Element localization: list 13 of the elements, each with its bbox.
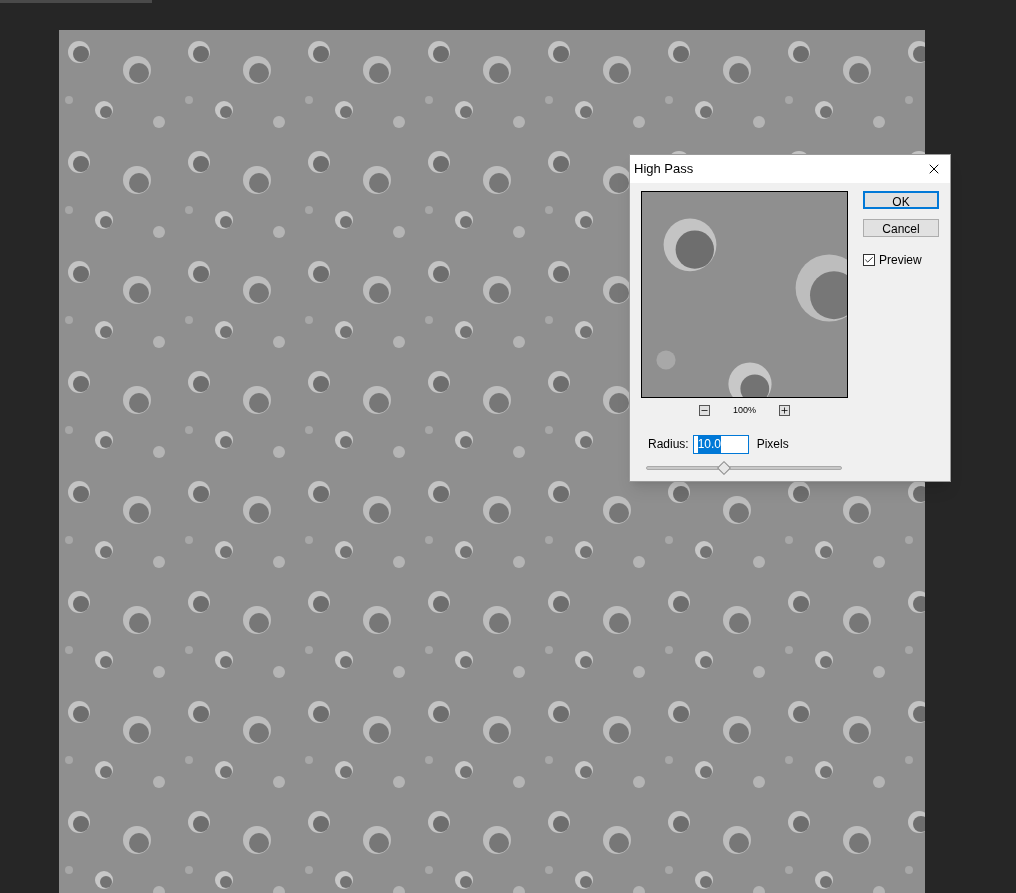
zoom-level: 100% xyxy=(733,404,756,417)
cancel-button[interactable]: Cancel xyxy=(863,219,939,237)
plus-icon xyxy=(780,406,789,416)
check-icon xyxy=(864,255,874,265)
zoom-out-button[interactable] xyxy=(699,405,710,417)
checkbox-label: Preview xyxy=(879,252,922,269)
window-title: High Pass xyxy=(634,160,694,179)
radius-field[interactable]: 10.0 xyxy=(692,434,749,454)
radius-label: Radius: xyxy=(648,436,689,453)
unit-label: Pixels xyxy=(756,436,789,453)
preview-checkbox[interactable] xyxy=(863,254,875,266)
ok-button[interactable]: OK xyxy=(863,191,939,209)
zoom-in-button[interactable] xyxy=(779,405,790,417)
